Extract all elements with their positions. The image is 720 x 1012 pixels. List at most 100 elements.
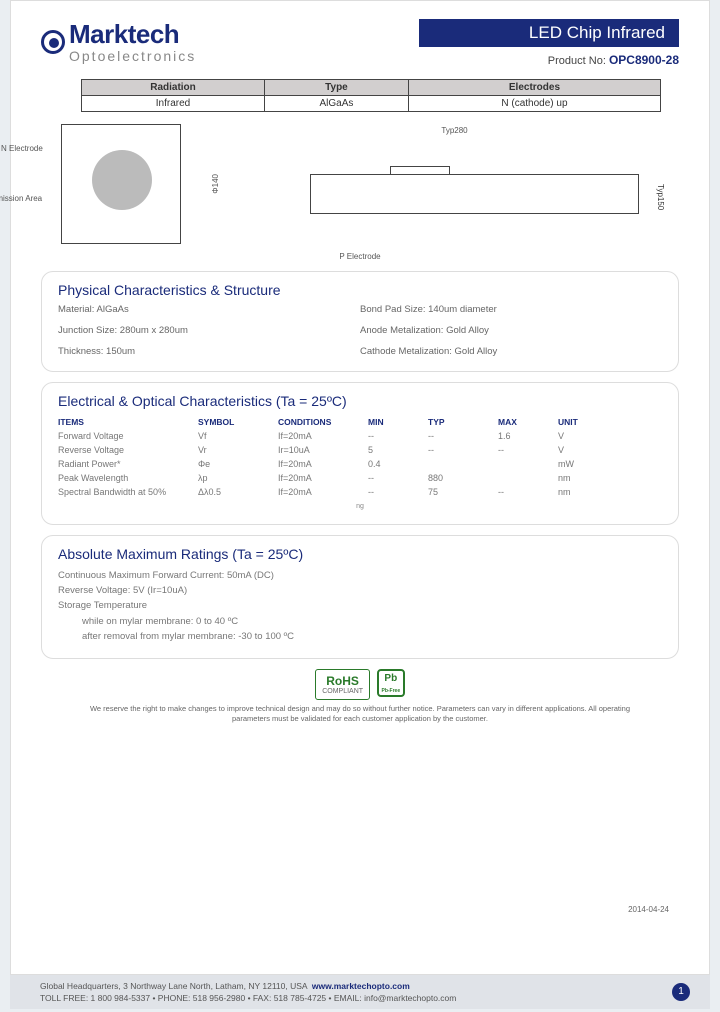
elec-cell bbox=[498, 473, 558, 483]
logo-sub-text: Optoelectronics bbox=[69, 48, 196, 64]
chip-top-view bbox=[61, 124, 181, 244]
elec-note: ng bbox=[58, 503, 662, 510]
elec-cell: Δλ0.5 bbox=[198, 487, 278, 497]
chip-emission-circle bbox=[92, 150, 152, 210]
logo-main-text: Marktech bbox=[69, 19, 196, 50]
elec-cell: Reverse Voltage bbox=[58, 445, 198, 455]
elec-cell: nm bbox=[558, 487, 608, 497]
elec-cell: Ir=10uA bbox=[278, 445, 368, 455]
elec-cell: Forward Voltage bbox=[58, 431, 198, 441]
footer-url[interactable]: www.marktechopto.com bbox=[312, 981, 410, 991]
elec-cell: Peak Wavelength bbox=[58, 473, 198, 483]
title-bar: LED Chip Infrared bbox=[419, 19, 679, 47]
elec-row: Peak WavelengthλpIf=20mA--880 nm bbox=[58, 471, 662, 485]
physical-title: Physical Characteristics & Structure bbox=[58, 282, 662, 298]
abs-line: Reverse Voltage: 5V (Ir=10uA) bbox=[58, 583, 662, 598]
phys-cell: Bond Pad Size: 140um diameter bbox=[360, 304, 662, 315]
elec-cell: Φe bbox=[198, 459, 278, 469]
footer: Global Headquarters, 3 Northway Lane Nor… bbox=[10, 975, 710, 1009]
elec-cell: If=20mA bbox=[278, 473, 368, 483]
phys-cell: Material: AlGaAs bbox=[58, 304, 360, 315]
disclaimer: We reserve the right to make changes to … bbox=[71, 704, 649, 724]
elec-cell: Radiant Power* bbox=[58, 459, 198, 469]
col-max: MAX bbox=[498, 417, 558, 427]
elec-cell: Vf bbox=[198, 431, 278, 441]
col-items: ITEMS bbox=[58, 417, 198, 427]
classification-table: Radiation Type Electrodes Infrared AlGaA… bbox=[81, 79, 661, 112]
elec-cell: 880 bbox=[428, 473, 498, 483]
col-conditions: CONDITIONS bbox=[278, 417, 368, 427]
td-radiation: Infrared bbox=[82, 96, 265, 112]
phys-cell: Junction Size: 280um x 280um bbox=[58, 325, 360, 336]
td-electrodes: N (cathode) up bbox=[408, 96, 660, 112]
abs-line: Storage Temperature bbox=[58, 598, 662, 613]
elec-cell bbox=[498, 459, 558, 469]
elec-cell: If=20mA bbox=[278, 431, 368, 441]
rohs-text: RoHS bbox=[326, 674, 359, 688]
elec-cell: nm bbox=[558, 473, 608, 483]
elec-cell: If=20mA bbox=[278, 459, 368, 469]
elec-cell: λp bbox=[198, 473, 278, 483]
pb-free-badge: Pb Pb-Free bbox=[377, 669, 405, 697]
elec-cell: 0.4 bbox=[368, 459, 428, 469]
diagram-row: N Electrode Emission Area Φ140 Typ280 Ty… bbox=[41, 118, 679, 254]
th-electrodes: Electrodes bbox=[408, 80, 660, 96]
elec-row: Radiant Power*ΦeIf=20mA0.4 mW bbox=[58, 457, 662, 471]
phys-cell: Thickness: 150um bbox=[58, 346, 360, 357]
absolute-section: Absolute Maximum Ratings (Ta = 25ºC) Con… bbox=[41, 535, 679, 659]
elec-row: Reverse VoltageVrIr=10uA5----V bbox=[58, 443, 662, 457]
header-right: LED Chip Infrared Product No: OPC8900-28 bbox=[419, 19, 679, 67]
elec-header-row: ITEMS SYMBOL CONDITIONS MIN TYP MAX UNIT bbox=[58, 415, 662, 429]
n-electrode-label: N Electrode bbox=[1, 144, 43, 153]
elec-cell: -- bbox=[428, 445, 498, 455]
col-min: MIN bbox=[368, 417, 428, 427]
th-type: Type bbox=[265, 80, 409, 96]
elec-cell: -- bbox=[498, 487, 558, 497]
product-number-value: OPC8900-28 bbox=[609, 53, 679, 67]
phys-cell: Anode Metalization: Gold Alloy bbox=[360, 325, 662, 336]
product-label: Product No: bbox=[548, 55, 606, 67]
logo: Marktech Optoelectronics bbox=[41, 19, 196, 64]
elec-cell: 5 bbox=[368, 445, 428, 455]
electrical-title: Electrical & Optical Characteristics (Ta… bbox=[58, 393, 662, 409]
elec-cell: If=20mA bbox=[278, 487, 368, 497]
elec-cell: -- bbox=[368, 487, 428, 497]
abs-line: Continuous Maximum Forward Current: 50mA… bbox=[58, 568, 662, 583]
revision-date: 2014-04-24 bbox=[628, 905, 669, 914]
elec-cell bbox=[428, 459, 498, 469]
emission-area-label: Emission Area bbox=[0, 194, 42, 203]
elec-cell: mW bbox=[558, 459, 608, 469]
typ-width-label: Typ280 bbox=[441, 126, 467, 135]
elec-cell: -- bbox=[368, 431, 428, 441]
footer-hq: Global Headquarters, 3 Northway Lane Nor… bbox=[40, 981, 307, 991]
absolute-title: Absolute Maximum Ratings (Ta = 25ºC) bbox=[58, 546, 662, 562]
compliance-badges: RoHS COMPLIANT Pb Pb-Free bbox=[41, 669, 679, 700]
elec-cell: -- bbox=[498, 445, 558, 455]
pb-sub: Pb-Free bbox=[379, 685, 403, 697]
col-unit: UNIT bbox=[558, 417, 608, 427]
datasheet-page: Marktech Optoelectronics LED Chip Infrar… bbox=[10, 0, 710, 975]
elec-cell: Spectral Bandwidth at 50% bbox=[58, 487, 198, 497]
elec-row: Forward VoltageVfIf=20mA----1.6V bbox=[58, 429, 662, 443]
elec-row: Spectral Bandwidth at 50%Δλ0.5If=20mA--7… bbox=[58, 485, 662, 499]
p-electrode-label: P Electrode bbox=[41, 252, 679, 261]
elec-cell: 1.6 bbox=[498, 431, 558, 441]
pb-text: Pb bbox=[384, 673, 397, 684]
phi-label: Φ140 bbox=[211, 174, 220, 194]
electrical-section: Electrical & Optical Characteristics (Ta… bbox=[41, 382, 679, 525]
chip-side-view: Typ280 Typ150 bbox=[250, 124, 659, 244]
elec-cell: -- bbox=[368, 473, 428, 483]
header: Marktech Optoelectronics LED Chip Infrar… bbox=[41, 19, 679, 67]
footer-contacts: TOLL FREE: 1 800 984-5337 • PHONE: 518 9… bbox=[40, 993, 680, 1003]
phys-cell: Cathode Metalization: Gold Alloy bbox=[360, 346, 662, 357]
th-radiation: Radiation bbox=[82, 80, 265, 96]
rohs-sub: COMPLIANT bbox=[322, 688, 363, 695]
col-symbol: SYMBOL bbox=[198, 417, 278, 427]
logo-icon bbox=[41, 30, 65, 54]
typ-height-label: Typ150 bbox=[656, 184, 665, 210]
product-number: Product No: OPC8900-28 bbox=[419, 53, 679, 67]
rohs-badge: RoHS COMPLIANT bbox=[315, 669, 370, 700]
col-typ: TYP bbox=[428, 417, 498, 427]
elec-cell: 75 bbox=[428, 487, 498, 497]
elec-cell: Vr bbox=[198, 445, 278, 455]
